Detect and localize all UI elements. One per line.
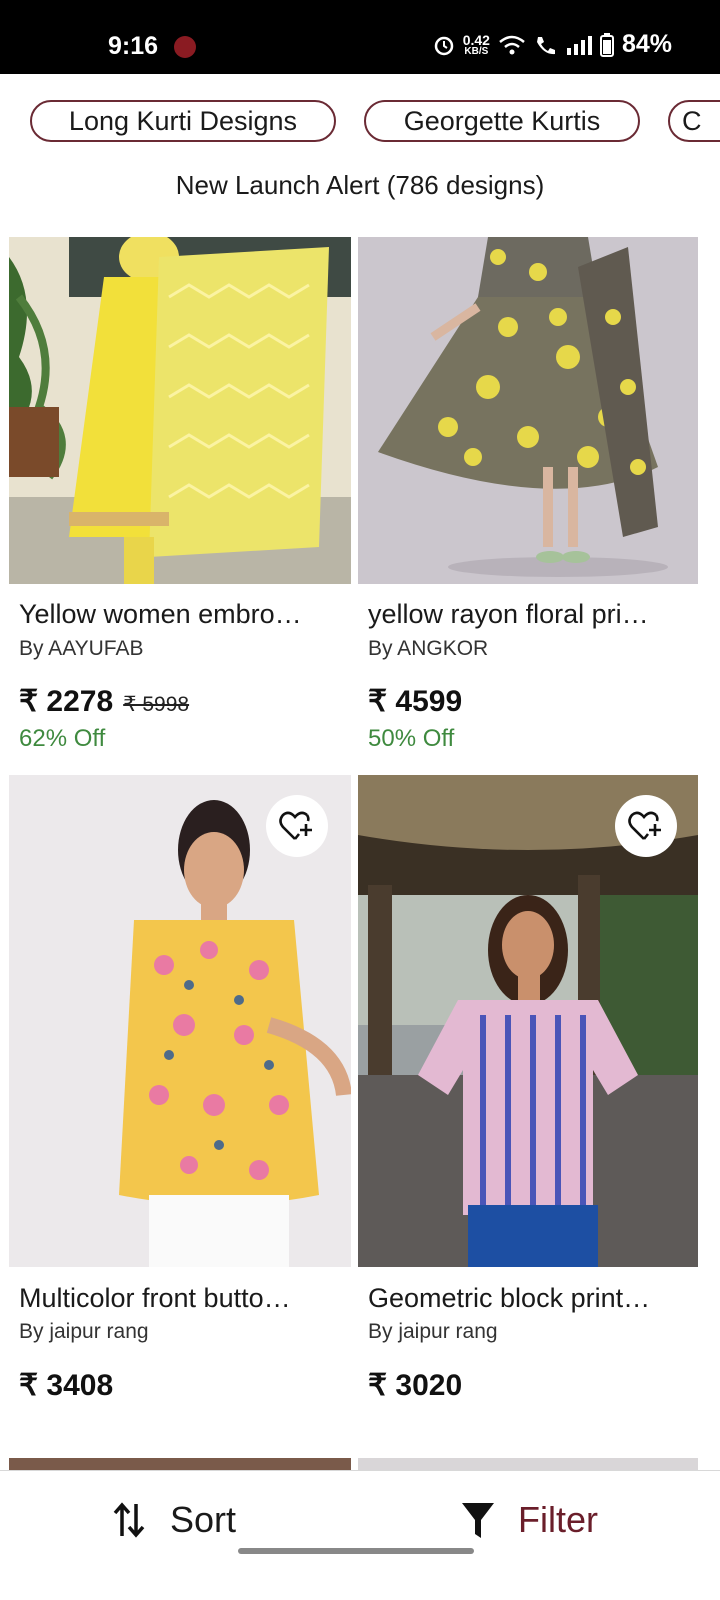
- product-price: ₹ 4599: [368, 684, 462, 719]
- product-title: Yellow women embro…: [19, 599, 302, 629]
- chip-long-kurti-designs[interactable]: Long Kurti Designs: [30, 100, 336, 142]
- filter-label: Filter: [518, 1499, 598, 1540]
- product-card[interactable]: Multicolor front butto… By jaipur rang ₹…: [9, 775, 351, 1435]
- wifi-call-icon: [536, 36, 555, 54]
- product-image[interactable]: [358, 237, 700, 584]
- listing-subtitle: New Launch Alert (786 designs): [175, 170, 545, 200]
- price-mrp: ₹ 5998: [123, 693, 190, 716]
- filter-button[interactable]: Filter: [460, 1499, 598, 1541]
- notification-dot-icon: [174, 36, 196, 58]
- product-card[interactable]: yellow rayon floral pri… By ANGKOR ₹ 459…: [358, 237, 700, 767]
- battery-level: 84%: [621, 30, 672, 58]
- sort-label: Sort: [170, 1499, 237, 1540]
- product-title: Geometric block print…: [368, 1283, 651, 1313]
- sort-icon: [113, 1502, 145, 1538]
- heart-plus-icon: [628, 811, 661, 840]
- product-image[interactable]: [9, 237, 351, 584]
- alarm-icon: [434, 36, 453, 55]
- chip-partial[interactable]: C: [668, 100, 720, 142]
- wishlist-button[interactable]: [266, 795, 328, 857]
- sort-button[interactable]: Sort: [112, 1499, 236, 1541]
- product-card[interactable]: Geometric block print… By jaipur rang ₹ …: [358, 775, 700, 1435]
- heart-plus-icon: [279, 811, 312, 840]
- price-value: ₹ 3408: [19, 1369, 114, 1402]
- product-title: Multicolor front butto…: [19, 1283, 291, 1313]
- product-title: yellow rayon floral pri…: [368, 599, 649, 629]
- wishlist-button[interactable]: [615, 795, 677, 857]
- network-speed: 0.42 KB/S: [462, 31, 490, 57]
- status-time: 9:16: [108, 32, 159, 60]
- signal-icon: [566, 35, 592, 55]
- wifi-icon: [499, 35, 525, 54]
- home-indicator: [238, 1548, 474, 1554]
- product-price: ₹ 3020: [368, 1368, 462, 1403]
- discount-label: 50% Off: [368, 725, 455, 752]
- price-value: ₹ 4599: [368, 685, 463, 718]
- status-icons: 0.42 KB/S 84%: [433, 30, 672, 59]
- discount-label: 62% Off: [19, 725, 106, 752]
- product-brand: By jaipur rang: [368, 1320, 498, 1343]
- product-image-partial[interactable]: [9, 1458, 351, 1470]
- chip-georgette-kurtis[interactable]: Georgette Kurtis: [364, 100, 640, 142]
- product-price: ₹ 3408: [19, 1368, 113, 1403]
- price-value: ₹ 3020: [368, 1369, 463, 1402]
- price-value: ₹ 2278: [19, 685, 114, 718]
- category-chips: Long Kurti Designs Georgette Kurtis C: [0, 74, 720, 166]
- battery-icon: [599, 32, 614, 57]
- product-brand: By AAYUFAB: [19, 637, 144, 660]
- status-bar: 9:16 0.42 KB/S 84%: [0, 0, 720, 74]
- product-card[interactable]: Yellow women embro… By AAYUFAB ₹ 2278 ₹ …: [9, 237, 351, 767]
- bottom-action-bar: Sort Filter: [0, 1470, 720, 1600]
- product-brand: By jaipur rang: [19, 1320, 149, 1343]
- filter-icon: [462, 1503, 494, 1538]
- product-price: ₹ 2278 ₹ 5998: [19, 684, 189, 719]
- product-brand: By ANGKOR: [368, 637, 489, 660]
- product-image-partial[interactable]: [358, 1458, 698, 1470]
